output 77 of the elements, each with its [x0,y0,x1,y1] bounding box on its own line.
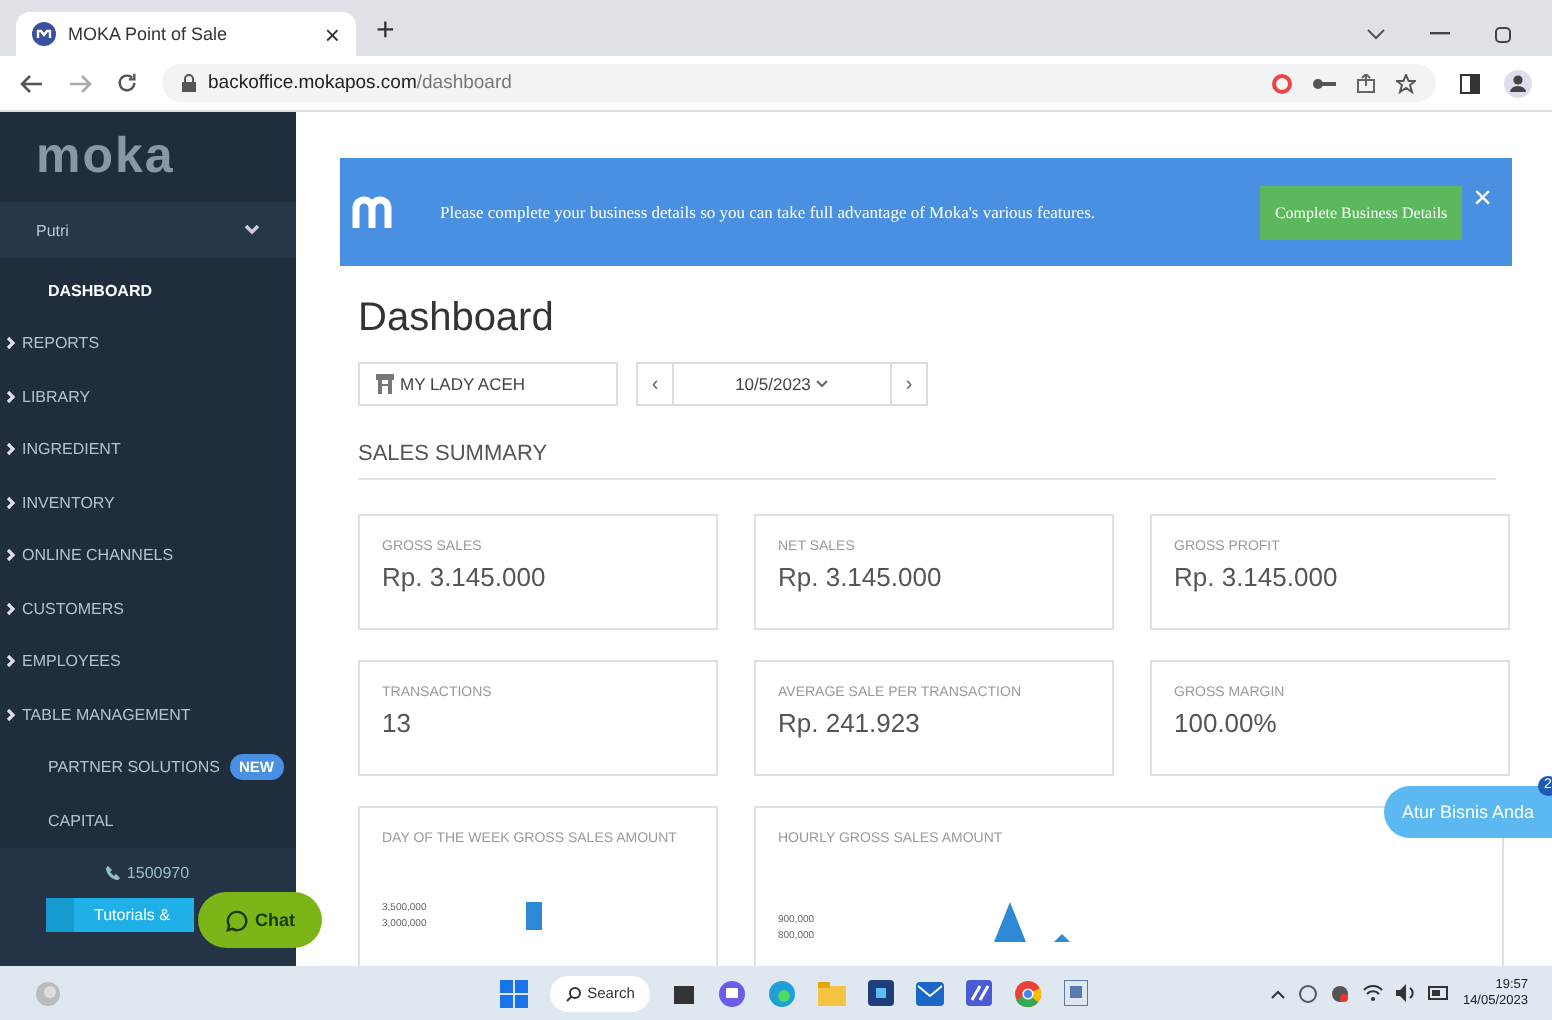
battery-icon[interactable] [1428,986,1451,1000]
chevron-up-icon[interactable] [1270,987,1287,999]
sidebar-item[interactable]: LIBRARY [0,370,296,423]
chrome-icon[interactable] [1014,979,1042,1007]
wifi-icon[interactable] [1362,984,1385,1002]
document-app-icon[interactable] [1064,980,1088,1006]
volume-icon[interactable] [1396,984,1417,1002]
browser-tab[interactable]: MOKA Point of Sale × [16,12,356,56]
phone-icon [106,865,121,879]
profile-icon[interactable] [1504,69,1532,97]
chevron-right-icon [6,601,16,616]
chevron-right-icon [6,336,16,351]
chat-button[interactable]: Chat [198,892,322,948]
sidebar-item[interactable]: REPORTS [0,317,296,370]
store-icon [376,374,394,394]
tab-title: MOKA Point of Sale [68,24,230,44]
date-picker[interactable]: 10/5/2023 [674,362,890,406]
address-bar[interactable]: backoffice.mokapos.com/dashboard [162,64,1436,102]
store-app-icon[interactable] [868,980,894,1006]
chevron-right-icon [6,548,16,563]
minimize-icon[interactable] [1430,32,1450,36]
moka-favicon-icon [32,22,56,46]
task-view-icon[interactable] [672,981,696,1005]
search-icon [565,985,582,1001]
sidebar-item[interactable]: ONLINE CHANNELS [0,529,296,582]
star-icon[interactable] [1396,73,1416,93]
chevron-down-icon[interactable] [1366,28,1386,40]
info-icon [46,897,74,931]
url-text: backoffice.mokapos.com/dashboard [208,72,512,94]
lock-icon [182,74,196,92]
card-value: Rp. 3.145.000 [382,562,548,592]
close-tab-button[interactable]: × [324,19,340,49]
sidebar-item[interactable]: INGREDIENT [0,423,296,476]
card-value: Rp. 3.145.000 [778,562,944,592]
tray-app-icon[interactable] [1330,983,1351,1003]
card-value: 100.00% [1174,708,1279,738]
chevron-right-icon [6,654,16,669]
tray-app-icon[interactable] [1298,983,1319,1003]
banner-message: Please complete your business details so you can take full advantage of Moka's various features. [440,202,1098,222]
chevron-right-icon [6,442,16,457]
section-heading: SALES SUMMARY [358,442,1496,480]
sidebar-item[interactable]: INVENTORY [0,476,296,529]
outlet-dropdown[interactable]: MY LADY ACEH [358,362,618,406]
card-value: 13 [382,708,413,738]
windows-start-icon[interactable] [500,979,528,1007]
sidebar-item[interactable]: EMPLOYEES [0,635,296,688]
side-panel-icon[interactable] [1460,73,1480,93]
share-icon[interactable] [1356,73,1376,93]
bar-chart-drawing [526,902,543,930]
mail-icon[interactable] [916,981,944,1005]
key-icon[interactable] [1312,75,1336,91]
chevron-right-icon [6,707,16,722]
sidebar-item[interactable]: TABLE MANAGEMENT [0,688,296,741]
user-dropdown[interactable]: Putri [0,202,296,258]
reload-icon[interactable] [116,72,138,94]
card-value: Rp. 241.923 [778,708,922,738]
moka-logo-icon [352,196,392,228]
chat-app-icon[interactable] [718,979,746,1007]
app-icon[interactable] [966,980,992,1006]
sidebar-item[interactable]: CAPITAL [0,794,296,847]
page-title: Dashboard [358,296,556,342]
chevron-right-icon [6,389,16,404]
card-value: Rp. 3.145.000 [1174,562,1340,592]
area-chart-drawing [994,902,1071,942]
sidebar-item[interactable]: CUSTOMERS [0,582,296,635]
phone-number: 1500970 [106,863,190,881]
previous-date-button[interactable]: ‹ [636,362,674,406]
new-tab-button[interactable]: + [376,14,395,50]
moka-logo: moka [34,126,177,188]
chevron-down-icon [244,224,260,236]
chevron-right-icon [6,495,16,510]
next-date-button[interactable]: › [890,362,928,406]
chat-bubble-icon [225,909,247,931]
back-icon[interactable] [20,73,44,93]
sidebar-item[interactable]: DASHBOARD [0,264,296,317]
chevron-down-icon [816,380,829,388]
restore-icon[interactable] [1494,25,1512,43]
